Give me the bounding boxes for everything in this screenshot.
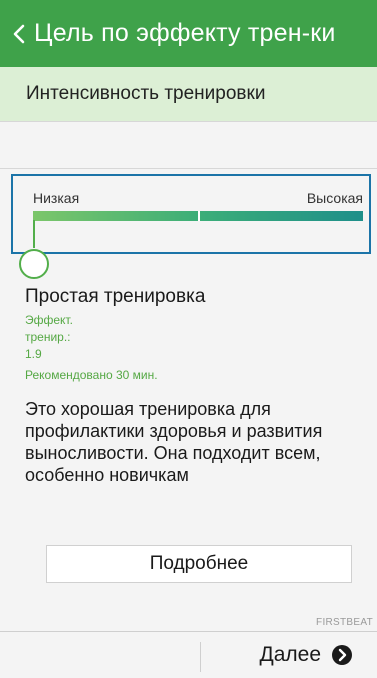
screen: Цель по эффекту трен-ки Интенсивность тр… [0, 0, 377, 678]
chevron-left-icon[interactable] [10, 22, 28, 46]
slider-thumb[interactable] [19, 249, 49, 279]
intensity-slider[interactable]: Низкая Высокая [11, 174, 371, 279]
effect-label-line2: тренир.: [25, 330, 71, 344]
recommended-duration: Рекомендовано 30 мин. [25, 368, 158, 382]
divider [0, 168, 377, 169]
workout-type-title: Простая тренировка [25, 286, 206, 307]
brand-label: FIRSTBEAT [316, 617, 373, 628]
effect-label-line1: Эффект. [25, 313, 73, 327]
slider-low-label: Низкая [33, 190, 80, 206]
next-button[interactable]: Далее [210, 632, 377, 678]
slider-high-label: Высокая [306, 190, 363, 206]
effect-value: 1.9 [25, 347, 42, 361]
workout-description: Это хорошая тренировка для профилактики … [25, 399, 323, 485]
divider [200, 642, 201, 672]
section-header: Интенсивность тренировки [0, 67, 377, 121]
page-title[interactable]: Цель по эффекту трен-ки [34, 19, 336, 48]
next-button-label: Далее [259, 643, 321, 666]
section-header-label: Интенсивность тренировки [26, 83, 266, 104]
slider-midpoint-tick [198, 211, 200, 221]
details-button[interactable]: Подробнее [46, 545, 352, 583]
bottom-bar: Далее [0, 631, 377, 678]
divider [0, 121, 377, 122]
arrow-right-circle-icon [331, 644, 353, 666]
slider-marker-line [33, 220, 35, 248]
app-bar: Цель по эффекту трен-ки [0, 0, 377, 67]
